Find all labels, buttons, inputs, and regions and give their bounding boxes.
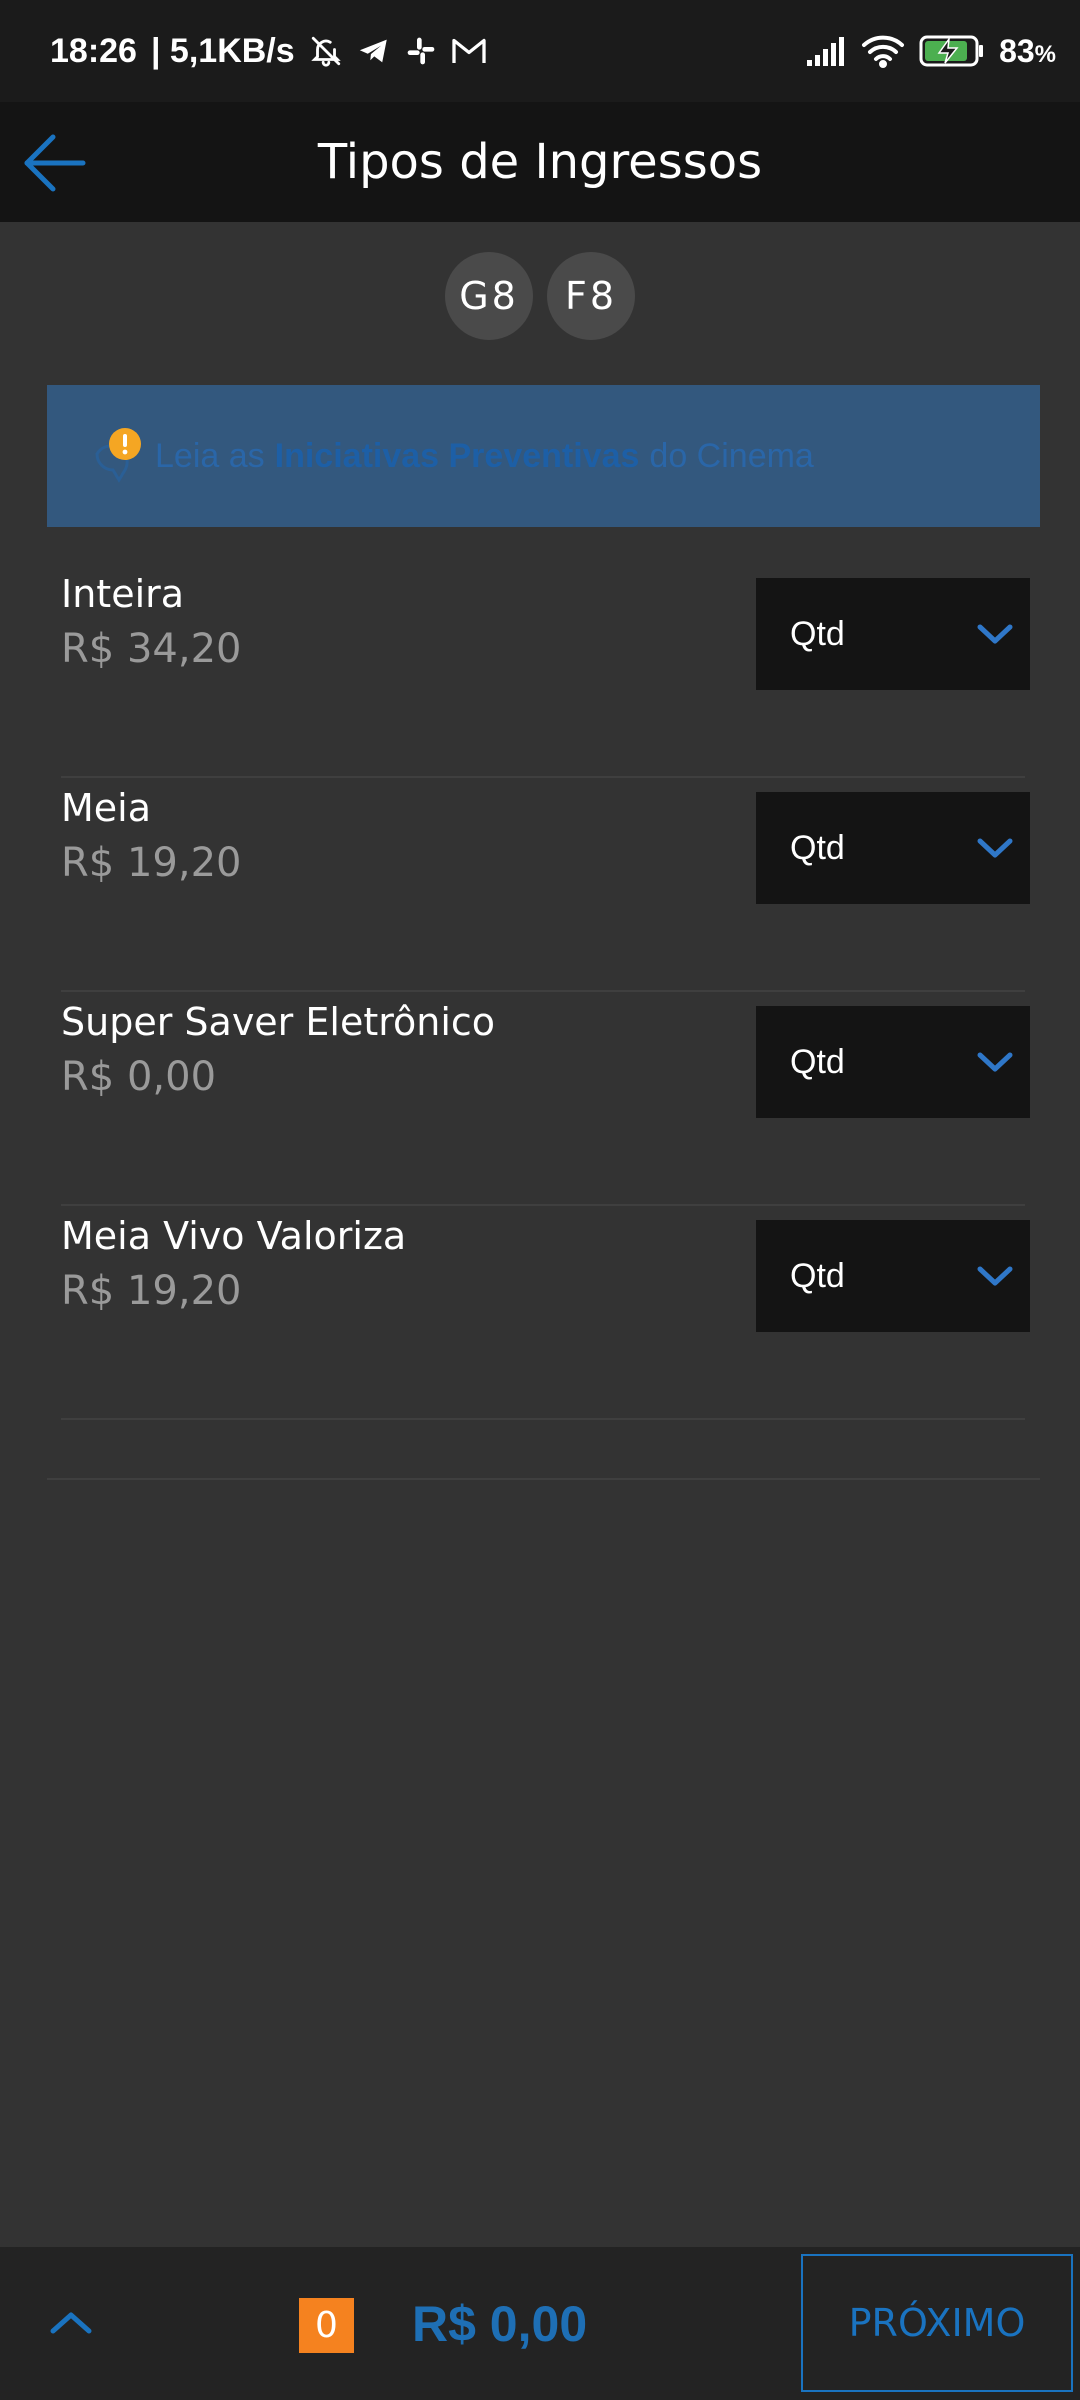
ticket-name: Meia Vivo Valoriza <box>61 1214 407 1258</box>
gmail-icon <box>451 35 487 67</box>
warning-icon <box>85 426 145 486</box>
notice-prefix: Leia as <box>155 436 265 475</box>
battery-percent: 83% <box>999 32 1056 69</box>
selected-seats: G8 F8 <box>0 252 1080 340</box>
ticket-row: Meia Vivo Valoriza R$ 19,20 Qtd <box>61 1206 1030 1420</box>
list-end-divider <box>47 1478 1040 1480</box>
page-title: Tipos de Ingressos <box>317 134 763 190</box>
chevron-down-icon <box>977 624 1013 644</box>
arrow-left-icon <box>24 134 86 192</box>
back-button[interactable] <box>20 128 90 198</box>
quantity-select[interactable]: Qtd <box>756 578 1030 690</box>
quantity-select[interactable]: Qtd <box>756 1220 1030 1332</box>
notice-link[interactable]: Iniciativas Preventivas <box>275 437 640 476</box>
status-bar-left: 18:26 | 5,1KB/s <box>50 32 487 71</box>
notice-suffix: do Cinema <box>649 436 814 475</box>
ticket-price: R$ 0,00 <box>61 1054 217 1100</box>
chevron-down-icon <box>977 1052 1013 1072</box>
preventive-initiatives-banner[interactable]: Leia as Iniciativas Preventivas do Cinem… <box>47 385 1040 527</box>
status-bar-right: 83% <box>807 33 1056 70</box>
ticket-count-badge: 0 <box>299 2298 354 2353</box>
quantity-select[interactable]: Qtd <box>756 792 1030 904</box>
quantity-select-label: Qtd <box>790 1256 845 1295</box>
seat-chip: G8 <box>445 252 533 340</box>
ticket-row: Super Saver Eletrônico R$ 0,00 Qtd <box>61 992 1030 1206</box>
quantity-select[interactable]: Qtd <box>756 1006 1030 1118</box>
ticket-name: Meia <box>61 786 152 830</box>
ticket-name: Super Saver Eletrônico <box>61 1000 496 1044</box>
quantity-select-label: Qtd <box>790 828 845 867</box>
order-total: R$ 0,00 <box>412 2296 588 2352</box>
seat-chip: F8 <box>547 252 635 340</box>
bell-off-icon <box>309 34 343 68</box>
status-time: 18:26 <box>50 31 137 70</box>
chevron-down-icon <box>977 1266 1013 1286</box>
status-bar: 18:26 | 5,1KB/s 83% <box>0 0 1080 102</box>
ticket-types-list: Inteira R$ 34,20 Qtd Meia R$ 19,20 Qtd S… <box>61 564 1030 1420</box>
quantity-select-label: Qtd <box>790 1042 845 1081</box>
telegram-icon <box>357 34 391 68</box>
next-button[interactable]: PRÓXIMO <box>801 2254 1073 2392</box>
ticket-row: Inteira R$ 34,20 Qtd <box>61 564 1030 778</box>
app-bar: Tipos de Ingressos <box>0 102 1080 222</box>
network-speed: | 5,1KB/s <box>150 31 295 70</box>
slack-icon <box>405 35 437 67</box>
chevron-down-icon <box>977 838 1013 858</box>
ticket-price: R$ 19,20 <box>61 1268 242 1314</box>
ticket-price: R$ 34,20 <box>61 626 242 672</box>
ticket-price: R$ 19,20 <box>61 840 242 886</box>
signal-icon <box>807 36 847 66</box>
quantity-select-label: Qtd <box>790 614 845 653</box>
chevron-up-icon <box>50 2312 92 2334</box>
expand-summary-button[interactable] <box>40 2291 102 2353</box>
checkout-bar: 0 R$ 0,00 PRÓXIMO <box>0 2247 1080 2400</box>
wifi-icon <box>861 34 905 68</box>
ticket-row: Meia R$ 19,20 Qtd <box>61 778 1030 992</box>
ticket-name: Inteira <box>61 572 185 616</box>
battery-charging-icon <box>919 35 985 67</box>
